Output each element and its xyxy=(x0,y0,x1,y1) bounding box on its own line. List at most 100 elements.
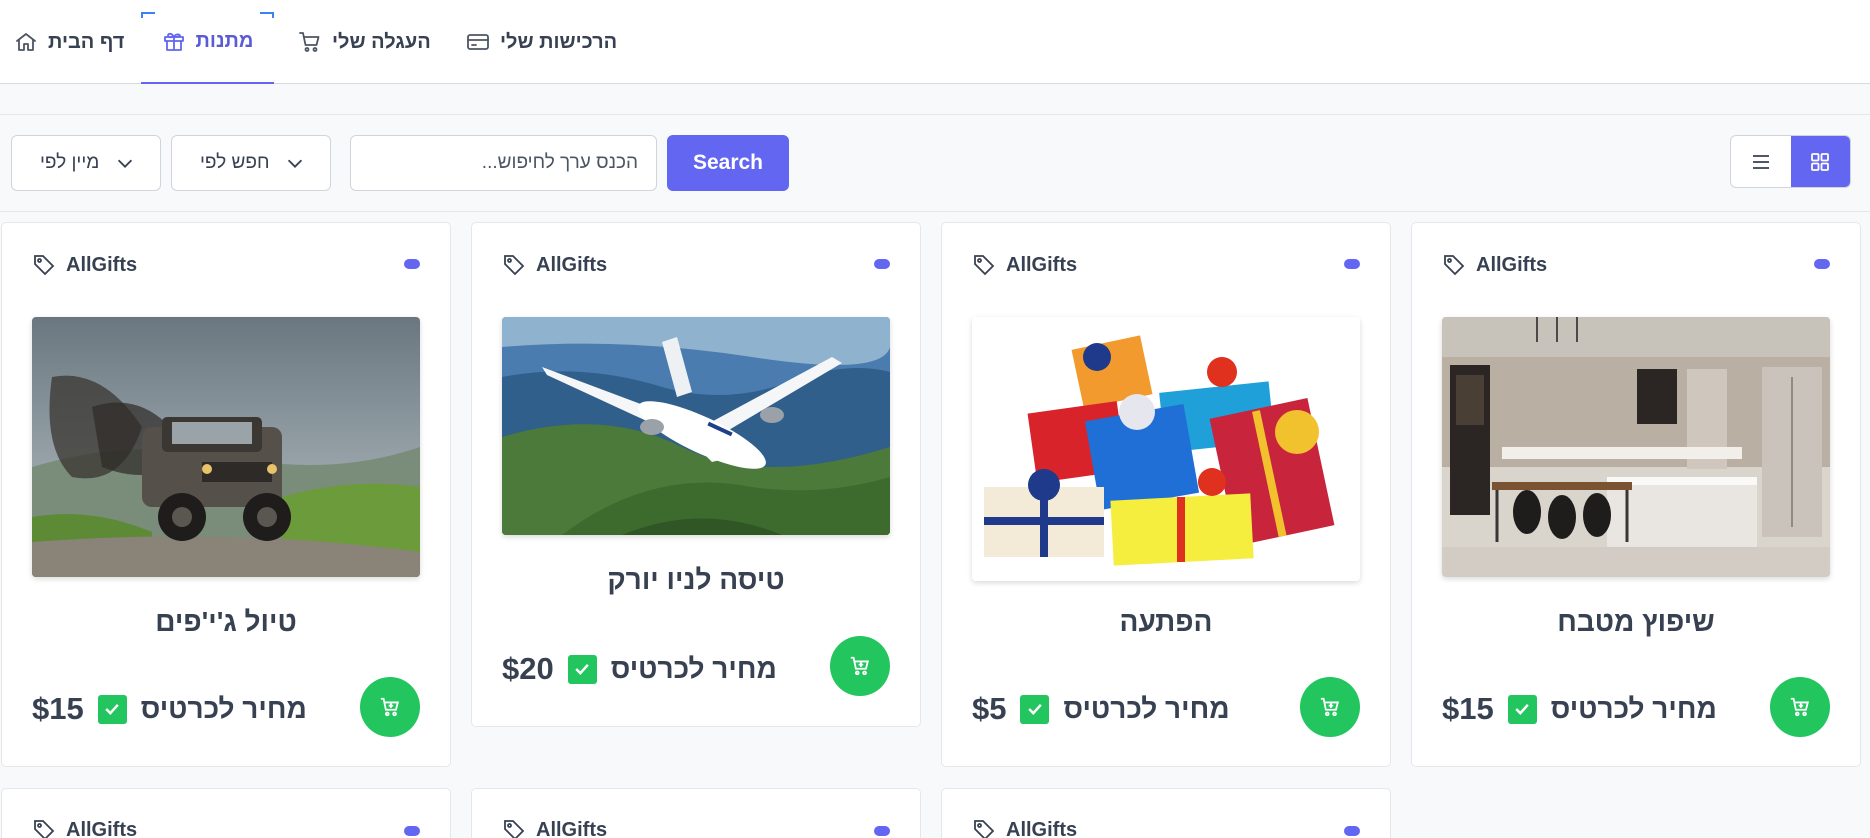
tag-icon xyxy=(34,820,55,838)
add-to-cart-button[interactable] xyxy=(1300,677,1360,737)
price-row: $15 מחיר לכרטיס xyxy=(32,691,307,727)
price-row: $5 מחיר לכרטיס xyxy=(972,691,1230,727)
price-row: $15 מחיר לכרטיס xyxy=(1442,691,1717,727)
checkbox[interactable] xyxy=(97,694,127,724)
search-by-label: חפש לפי xyxy=(200,152,270,173)
top-navigation: דף הבית מתנות העגלה שלי הרכישות שלי xyxy=(0,0,1870,84)
gift-card: AllGifts טיסה לניו יורק $20 מחיר לכרטיס xyxy=(471,222,921,727)
search-button[interactable]: Search xyxy=(667,135,789,191)
check-icon xyxy=(1028,703,1042,715)
chevron-down-icon xyxy=(117,159,133,168)
chevron-down-icon xyxy=(287,159,303,168)
vendor-tag: AllGifts xyxy=(972,253,1077,277)
view-toggle xyxy=(1730,135,1851,188)
vendor-tag: AllGifts xyxy=(32,253,137,277)
gift-card: AllGifts xyxy=(1,788,451,838)
gift-image[interactable] xyxy=(972,317,1360,581)
sort-by-select[interactable]: מיין לפי xyxy=(11,135,161,191)
vendor-tag: AllGifts xyxy=(32,818,137,838)
tab-purchases[interactable]: הרכישות שלי xyxy=(466,0,617,84)
kitchen-image xyxy=(1442,317,1830,577)
price-label: מחיר לכרטיס xyxy=(1550,693,1717,724)
tag-icon xyxy=(504,820,525,838)
status-dot xyxy=(404,826,420,836)
checkbox[interactable] xyxy=(1020,694,1050,724)
add-to-cart-button[interactable] xyxy=(1770,677,1830,737)
status-dot xyxy=(1814,259,1830,269)
tab-home[interactable]: דף הבית xyxy=(14,0,124,84)
vendor-tag: AllGifts xyxy=(502,253,607,277)
grid-view-button[interactable] xyxy=(1790,136,1850,187)
price-value: $15 xyxy=(32,691,84,726)
cart-plus-icon xyxy=(1790,697,1809,717)
sort-by-label: מיין לפי xyxy=(40,152,100,173)
gift-card: AllGifts טיול ג'י'פים $15 מחיר לכרטיס xyxy=(1,222,451,767)
status-dot xyxy=(404,259,420,269)
status-dot xyxy=(1344,259,1360,269)
price-row: $20 מחיר לכרטיס xyxy=(502,651,777,687)
status-dot xyxy=(1344,826,1360,836)
price-value: $15 xyxy=(1442,691,1494,726)
tag-icon xyxy=(504,255,525,276)
vendor-tag: AllGifts xyxy=(972,818,1077,838)
status-dot xyxy=(874,259,890,269)
airplane-image xyxy=(502,317,890,535)
tab-home-label: דף הבית xyxy=(48,30,125,53)
price-value: $20 xyxy=(502,651,554,686)
vendor-name: AllGifts xyxy=(536,818,608,838)
gift-icon xyxy=(163,32,184,51)
check-icon xyxy=(105,703,119,715)
list-view-button[interactable] xyxy=(1731,136,1791,187)
cart-plus-icon xyxy=(1320,697,1339,717)
gift-card: AllGifts xyxy=(471,788,921,838)
vendor-name: AllGifts xyxy=(1476,253,1548,276)
grid-icon xyxy=(1811,152,1830,171)
add-to-cart-button[interactable] xyxy=(830,636,890,696)
gift-card: AllGifts xyxy=(941,788,1391,838)
vendor-name: AllGifts xyxy=(66,253,138,276)
gift-title: שיפוץ מטבח xyxy=(1557,606,1715,637)
status-dot xyxy=(874,826,890,836)
cart-plus-icon xyxy=(850,656,869,676)
gift-title: טיסה לניו יורק xyxy=(607,564,785,595)
checkbox[interactable] xyxy=(1507,694,1537,724)
tab-cart[interactable]: העגלה שלי xyxy=(298,0,431,84)
check-icon xyxy=(1515,703,1529,715)
cart-plus-icon xyxy=(380,697,399,717)
gift-image[interactable] xyxy=(502,317,890,535)
gift-title: הפתעה xyxy=(1119,606,1213,637)
search-by-select[interactable]: חפש לפי xyxy=(171,135,331,191)
gift-card: AllGifts שיפוץ מטבח $15 מחיר לכרטיס xyxy=(1411,222,1861,767)
add-to-cart-button[interactable] xyxy=(360,677,420,737)
credit-card-icon xyxy=(467,34,489,50)
tab-gifts-label: מתנות xyxy=(195,29,254,52)
home-icon xyxy=(16,33,36,51)
vendor-tag: AllGifts xyxy=(502,818,607,838)
search-input[interactable] xyxy=(350,135,657,191)
tag-icon xyxy=(974,820,995,838)
vendor-name: AllGifts xyxy=(1006,818,1078,838)
tab-gifts[interactable]: מתנות xyxy=(141,0,274,84)
vendor-name: AllGifts xyxy=(66,818,138,838)
gift-title: טיול ג'י'פים xyxy=(155,606,297,637)
tab-purchases-label: הרכישות שלי xyxy=(500,30,618,53)
gift-image[interactable] xyxy=(1442,317,1830,577)
shopping-cart-icon xyxy=(299,32,320,52)
vendor-tag: AllGifts xyxy=(1442,253,1547,277)
list-icon xyxy=(1752,154,1769,169)
tab-cart-label: העגלה שלי xyxy=(332,30,431,53)
check-icon xyxy=(575,663,589,675)
jeep-image xyxy=(32,317,420,577)
gift-image[interactable] xyxy=(32,317,420,577)
price-label: מחיר לכרטיס xyxy=(1063,693,1230,724)
vendor-name: AllGifts xyxy=(1006,253,1078,276)
checkbox[interactable] xyxy=(567,654,597,684)
tag-icon xyxy=(1444,255,1465,276)
price-label: מחיר לכרטיס xyxy=(610,653,777,684)
gift-boxes-image xyxy=(972,317,1360,581)
tag-icon xyxy=(974,255,995,276)
vendor-name: AllGifts xyxy=(536,253,608,276)
price-value: $5 xyxy=(972,691,1007,726)
price-label: מחיר לכרטיס xyxy=(140,693,307,724)
tag-icon xyxy=(34,255,55,276)
